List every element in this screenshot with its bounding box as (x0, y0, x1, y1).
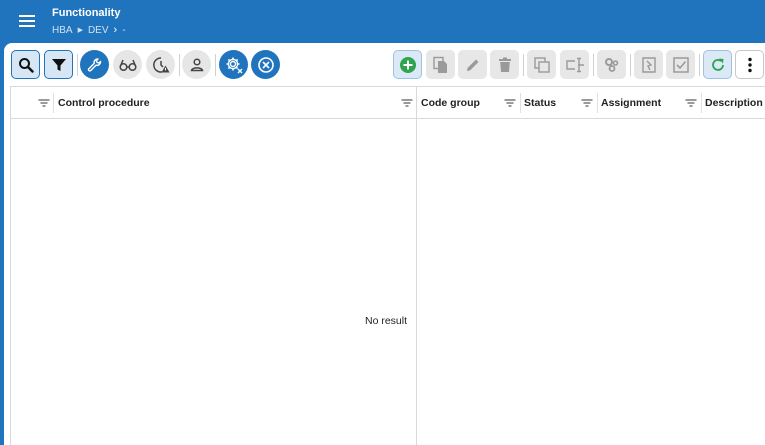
details-grid: Code group Status Assignment Description (416, 86, 765, 445)
filter-button[interactable] (44, 50, 73, 79)
column-header-status[interactable]: Status (524, 87, 556, 118)
checkbox-icon (672, 56, 689, 73)
grid-header: Control procedure (11, 87, 416, 119)
filter-icon[interactable] (38, 99, 49, 107)
toolbar-divider (699, 54, 700, 76)
search-icon (18, 57, 34, 73)
triangle-right-icon: ▶ (77, 27, 83, 34)
add-button[interactable] (393, 50, 422, 79)
breadcrumb-item[interactable]: DEV (88, 25, 109, 36)
control-procedure-grid: Control procedure (10, 86, 417, 445)
grid-header: Code group Status Assignment Description (417, 87, 765, 119)
delete-button[interactable] (490, 50, 519, 79)
glasses-button[interactable] (113, 50, 142, 79)
toolbar-divider (630, 54, 631, 76)
column-header-control-procedure[interactable]: Control procedure (58, 87, 150, 118)
refresh-button[interactable] (703, 50, 732, 79)
gear-close-icon (226, 57, 242, 73)
toolbar-divider (593, 54, 594, 76)
toolbar-divider (215, 54, 216, 76)
gear-close-button[interactable] (219, 50, 248, 79)
search-button[interactable] (11, 50, 40, 79)
delete-icon (498, 57, 511, 72)
checkbox-button[interactable] (666, 50, 695, 79)
app-header: Functionality HBA ▶ DEV › - (0, 0, 765, 42)
clock-warning-icon (152, 56, 169, 73)
filter-icon[interactable] (504, 99, 515, 107)
close-circle-icon (257, 56, 274, 73)
assign-icon (641, 56, 656, 73)
copy-document-icon (432, 56, 447, 73)
add-icon (399, 56, 416, 73)
column-divider (701, 93, 702, 113)
rename-icon (565, 57, 584, 72)
filter-icon (51, 58, 66, 71)
filter-icon[interactable] (685, 99, 696, 107)
glasses-icon (118, 59, 137, 71)
column-header-assignment[interactable]: Assignment (601, 87, 661, 118)
wrench-icon (87, 57, 101, 72)
breadcrumb-item[interactable]: HBA (52, 25, 73, 36)
page-title: Functionality (52, 7, 121, 19)
filter-icon[interactable] (401, 99, 412, 107)
close-circle-button[interactable] (251, 50, 280, 79)
duplicate-button[interactable] (527, 50, 556, 79)
column-divider (53, 93, 54, 113)
gears-icon (604, 57, 618, 72)
column-divider (597, 93, 598, 113)
filter-icon[interactable] (581, 99, 592, 107)
person-icon (190, 57, 203, 71)
chevron-right-icon: › (113, 24, 118, 36)
person-button[interactable] (182, 50, 211, 79)
toolbar-divider (77, 54, 78, 76)
toolbar-divider (179, 54, 180, 76)
refresh-icon (711, 58, 724, 71)
breadcrumb-item[interactable]: - (122, 25, 125, 36)
hamburger-icon[interactable] (19, 15, 35, 27)
more-options-button[interactable] (735, 50, 764, 79)
clock-warning-button[interactable] (146, 50, 175, 79)
duplicate-icon (533, 56, 550, 73)
more-vertical-icon (747, 57, 752, 72)
breadcrumb: HBA ▶ DEV › - (52, 24, 126, 36)
edit-icon (466, 59, 478, 71)
column-header-description[interactable]: Description (705, 87, 763, 118)
rename-button[interactable] (560, 50, 589, 79)
gears-button[interactable] (597, 50, 626, 79)
toolbar-divider (523, 54, 524, 76)
wrench-button[interactable] (80, 50, 109, 79)
copy-document-button[interactable] (426, 50, 455, 79)
edit-button[interactable] (458, 50, 487, 79)
assign-button[interactable] (634, 50, 663, 79)
empty-state-text: No result (365, 315, 408, 327)
column-divider (520, 93, 521, 113)
column-header-code-group[interactable]: Code group (421, 87, 480, 118)
